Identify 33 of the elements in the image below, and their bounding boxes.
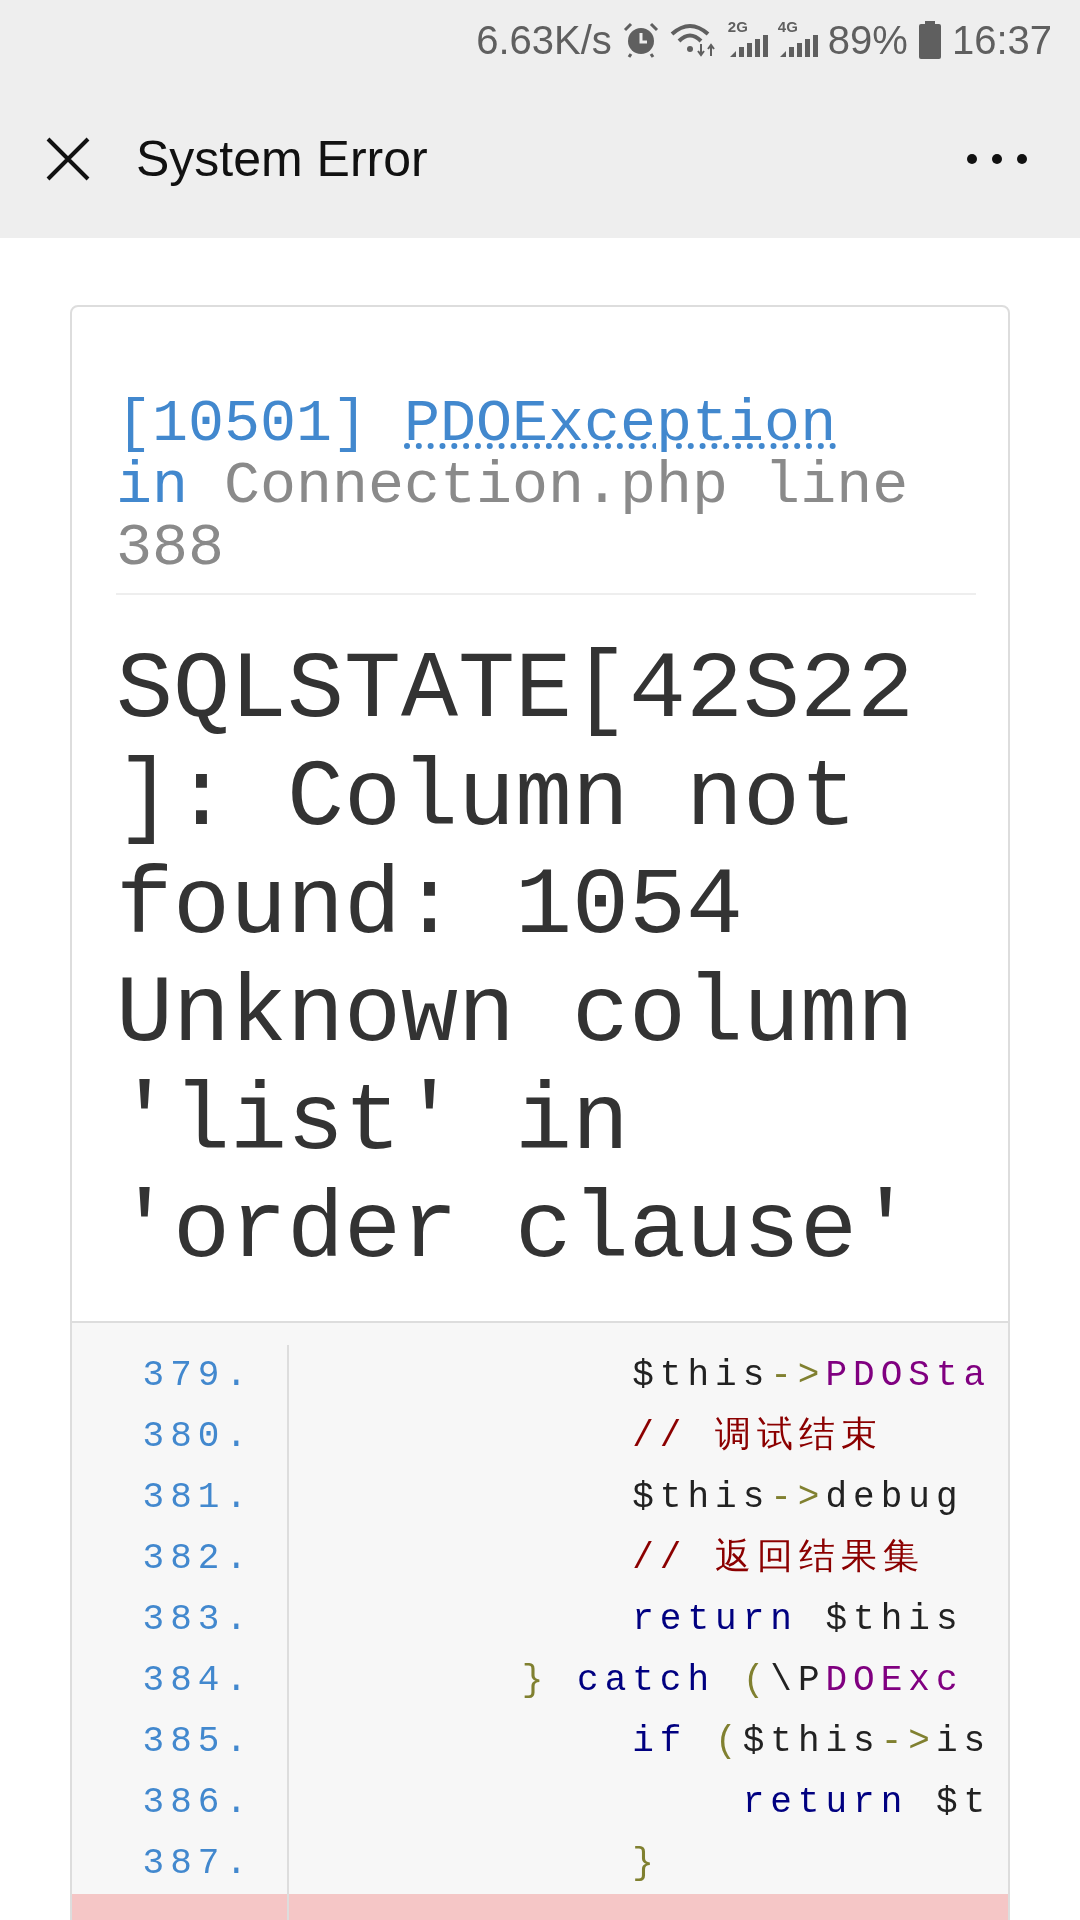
network-label: 2G <box>727 19 748 34</box>
error-code: [10501] <box>116 390 369 458</box>
code-line: $this->PDOSta <box>631 1354 992 1398</box>
code-line: // 调试结束 <box>631 1415 884 1459</box>
line-number: 381. <box>142 1477 253 1518</box>
wifi-icon <box>669 22 718 58</box>
clock-time: 16:37 <box>951 17 1052 64</box>
network-label: 4G <box>777 19 798 34</box>
battery-percent: 89% <box>827 17 908 64</box>
code-line: } <box>631 1842 660 1886</box>
exception-link[interactable]: PDOException <box>404 390 837 458</box>
code-line: // 返回结果集 <box>631 1537 926 1581</box>
more-icon <box>967 154 1027 164</box>
page-title: System Error <box>136 129 428 189</box>
code-line: return $t <box>741 1781 992 1825</box>
code-line: return $this <box>631 1598 964 1642</box>
line-number: 384. <box>142 1660 253 1701</box>
close-icon <box>45 136 91 182</box>
error-message: SQLSTATE[42S22]: Column not found: 1054 Unknown column 'list' in 'order clause' <box>116 636 916 1287</box>
line-number: 382. <box>142 1538 253 1579</box>
line-number: 387. <box>142 1843 253 1884</box>
line-number: 380. <box>142 1416 253 1457</box>
error-location: in Connection.php line 388 <box>116 455 910 579</box>
alarm-icon <box>621 21 660 59</box>
line-number: 379. <box>142 1355 253 1396</box>
line-number: 383. <box>142 1599 253 1640</box>
code-line: $this->debug <box>631 1476 964 1520</box>
line-number: 386. <box>142 1782 253 1823</box>
battery-icon <box>917 21 942 59</box>
network-speed: 6.63K/s <box>476 17 612 64</box>
code-line: } catch (\P DOExc <box>520 1659 964 1703</box>
line-number: 385. <box>142 1721 253 1762</box>
code-line: if ($this->is <box>631 1720 992 1764</box>
